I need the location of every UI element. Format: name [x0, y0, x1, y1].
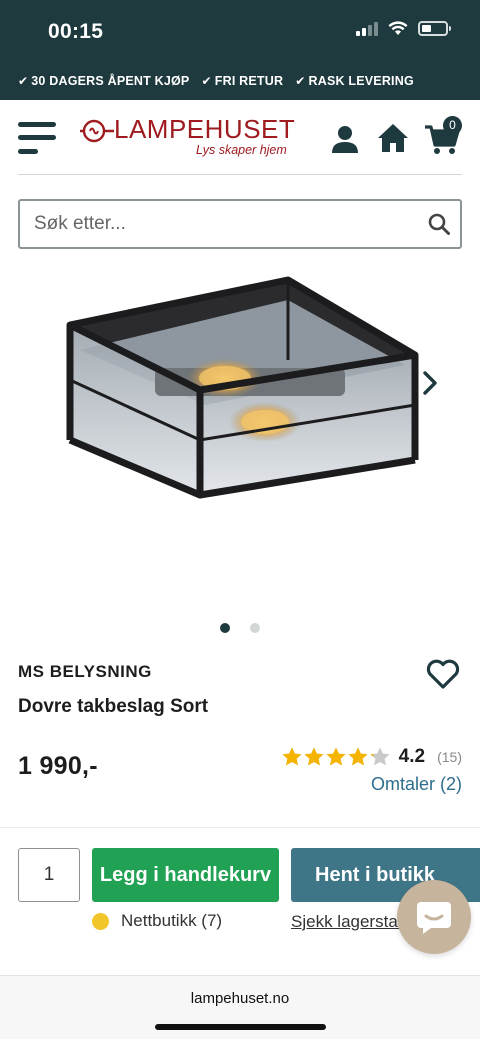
- star-icon: [282, 747, 302, 766]
- checkmark-icon: ✔: [295, 74, 306, 88]
- home-indicator[interactable]: [155, 1024, 326, 1030]
- gallery-pagination: [0, 623, 480, 633]
- gallery-dot[interactable]: [250, 623, 260, 633]
- checkmark-icon: ✔: [201, 74, 212, 88]
- gallery-dot[interactable]: [220, 623, 230, 633]
- quantity-input[interactable]: [18, 848, 80, 902]
- reviews-link[interactable]: Omtaler (2): [371, 774, 462, 795]
- star-icon: [304, 747, 324, 766]
- status-time: 00:15: [48, 20, 104, 43]
- stock-indicator-icon: [92, 912, 109, 930]
- product-brand[interactable]: MS BELYSNING: [18, 662, 152, 682]
- product-price: 1 990,-: [18, 752, 98, 780]
- divider: [18, 174, 462, 175]
- site-header: LAMPEHUSET Lys skaper hjem 0: [0, 100, 480, 174]
- home-icon[interactable]: [377, 122, 409, 154]
- search-input[interactable]: [20, 201, 420, 247]
- rating-stars: [281, 746, 391, 768]
- chat-bubble-icon: [417, 902, 451, 934]
- logo-bulb-icon: [80, 119, 114, 143]
- product-image[interactable]: [60, 270, 430, 510]
- rating-value: 4.2: [398, 746, 426, 767]
- online-stock-status: Nettbutikk (7): [92, 911, 222, 931]
- browser-address-bar: lampehuset.no: [0, 975, 480, 1039]
- divider: [0, 827, 480, 828]
- logo-text: LAMPEHUSET: [114, 114, 296, 144]
- star-icon: [348, 747, 368, 766]
- logo-tagline: Lys skaper hjem: [196, 143, 287, 157]
- cellular-signal-icon: [356, 21, 378, 36]
- usp-label: 30 DAGERS ÅPENT KJØP: [31, 74, 190, 88]
- cart-count-badge: 0: [443, 116, 462, 135]
- product-title: Dovre takbeslag Sort: [18, 696, 209, 717]
- add-to-cart-button[interactable]: Legg i handlekurv: [92, 848, 279, 902]
- browser-url[interactable]: lampehuset.no: [0, 990, 480, 1007]
- rating-count: (15): [437, 749, 462, 765]
- status-bar: 00:15: [0, 0, 480, 62]
- checkmark-icon: ✔: [18, 74, 29, 88]
- product-rating: 4.2 (15): [281, 746, 462, 768]
- account-icon[interactable]: [330, 124, 360, 154]
- star-icon: [326, 747, 346, 766]
- star-icon: [370, 747, 390, 766]
- usp-label: RASK LEVERING: [308, 74, 414, 88]
- menu-icon[interactable]: [18, 122, 56, 156]
- search-icon[interactable]: [428, 213, 450, 235]
- product-gallery: [0, 262, 480, 612]
- battery-icon: [418, 21, 451, 36]
- status-icons: [356, 21, 451, 36]
- usp-item: ✔ 30 DAGERS ÅPENT KJØP: [18, 74, 189, 88]
- chevron-right-icon[interactable]: [418, 370, 442, 396]
- usp-label: FRI RETUR: [214, 74, 284, 88]
- usp-item: ✔ RASK LEVERING: [295, 74, 414, 88]
- chat-button[interactable]: [397, 880, 471, 954]
- usp-bar: ✔ 30 DAGERS ÅPENT KJØP ✔ FRI RETUR ✔ RAS…: [0, 62, 480, 100]
- stock-label: Nettbutikk (7): [121, 911, 223, 930]
- heart-icon[interactable]: [426, 658, 460, 690]
- wifi-icon: [388, 21, 408, 35]
- check-store-stock-link[interactable]: Sjekk lagerstatus i butikk: [291, 910, 411, 933]
- usp-item: ✔ FRI RETUR: [201, 74, 283, 88]
- logo[interactable]: LAMPEHUSET Lys skaper hjem: [80, 114, 295, 162]
- search-box: [18, 199, 462, 249]
